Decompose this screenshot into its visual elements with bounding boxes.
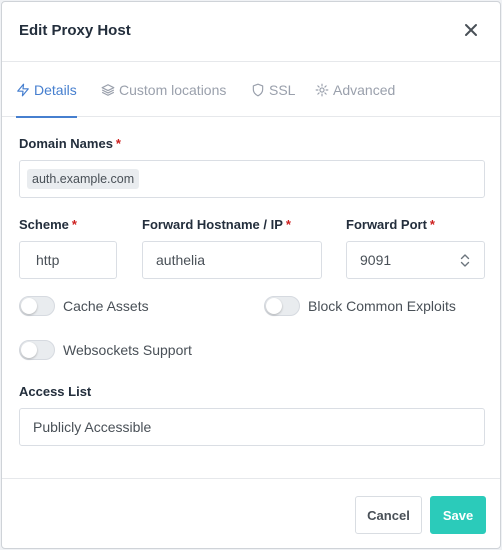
close-icon[interactable]: [462, 21, 480, 39]
required-mark: *: [71, 217, 77, 232]
save-button[interactable]: Save: [430, 496, 486, 534]
forward-hostname-field[interactable]: authelia: [142, 241, 322, 279]
tab-ssl-label: SSL: [269, 81, 296, 98]
modal-title: Edit Proxy Host: [19, 22, 131, 39]
cache-assets-label: Cache Assets: [63, 298, 149, 314]
domain-names-input[interactable]: auth.example.com: [19, 160, 485, 198]
forward-port-field[interactable]: 9091: [346, 241, 485, 279]
required-mark: *: [429, 217, 435, 232]
domain-tag[interactable]: auth.example.com: [27, 169, 140, 189]
tab-details-label: Details: [34, 81, 77, 98]
forward-hostname-value: authelia: [156, 252, 206, 268]
toggle-switch[interactable]: [264, 296, 300, 316]
required-mark: *: [285, 217, 291, 232]
tab-advanced[interactable]: Advanced: [315, 62, 395, 117]
forward-port-label: Forward Port *: [346, 217, 435, 232]
websockets-support-label: Websockets Support: [63, 342, 192, 358]
number-stepper-icon[interactable]: [460, 252, 470, 269]
toggle-knob: [21, 342, 37, 358]
toggle-switch[interactable]: [19, 340, 55, 360]
tab-custom-locations[interactable]: Custom locations: [101, 62, 226, 117]
block-common-exploits-label: Block Common Exploits: [308, 298, 456, 314]
scheme-value: http: [36, 252, 60, 268]
scheme-field[interactable]: http: [19, 241, 117, 279]
modal-header: Edit Proxy Host: [2, 2, 500, 62]
domain-names-label-text: Domain Names: [19, 136, 113, 151]
gear-icon: [315, 83, 329, 96]
toggle-knob: [266, 298, 282, 314]
tab-advanced-label: Advanced: [333, 81, 396, 98]
tab-details[interactable]: Details: [16, 62, 77, 118]
toggle-switch[interactable]: [19, 296, 55, 316]
forward-hostname-label-text: Forward Hostname / IP: [142, 217, 283, 232]
forward-hostname-label: Forward Hostname / IP *: [142, 217, 291, 232]
scheme-label: Scheme *: [19, 217, 77, 232]
access-list-select[interactable]: Publicly Accessible: [19, 408, 485, 446]
block-common-exploits-toggle[interactable]: Block Common Exploits: [264, 296, 456, 316]
toggle-knob: [21, 298, 37, 314]
tab-custom-locations-label: Custom locations: [119, 81, 227, 98]
scheme-label-text: Scheme: [19, 217, 69, 232]
cache-assets-toggle[interactable]: Cache Assets: [19, 296, 149, 316]
edit-proxy-host-modal: Edit Proxy Host Details Custom locations…: [1, 1, 501, 549]
tab-bar: Details Custom locations SSL Advanced: [2, 62, 500, 118]
access-list-value: Publicly Accessible: [33, 419, 152, 435]
forward-port-value: 9091: [360, 252, 392, 268]
access-list-label: Access List: [19, 384, 92, 399]
required-mark: *: [115, 136, 121, 151]
bolt-icon: [17, 83, 29, 96]
domain-names-label: Domain Names *: [19, 136, 121, 151]
modal-footer: Cancel Save: [2, 478, 500, 548]
websockets-support-toggle[interactable]: Websockets Support: [19, 340, 192, 360]
shield-icon: [252, 83, 264, 96]
forward-port-label-text: Forward Port: [346, 217, 427, 232]
tab-ssl[interactable]: SSL: [251, 62, 295, 117]
layers-icon: [101, 83, 115, 96]
cancel-button[interactable]: Cancel: [355, 496, 422, 534]
